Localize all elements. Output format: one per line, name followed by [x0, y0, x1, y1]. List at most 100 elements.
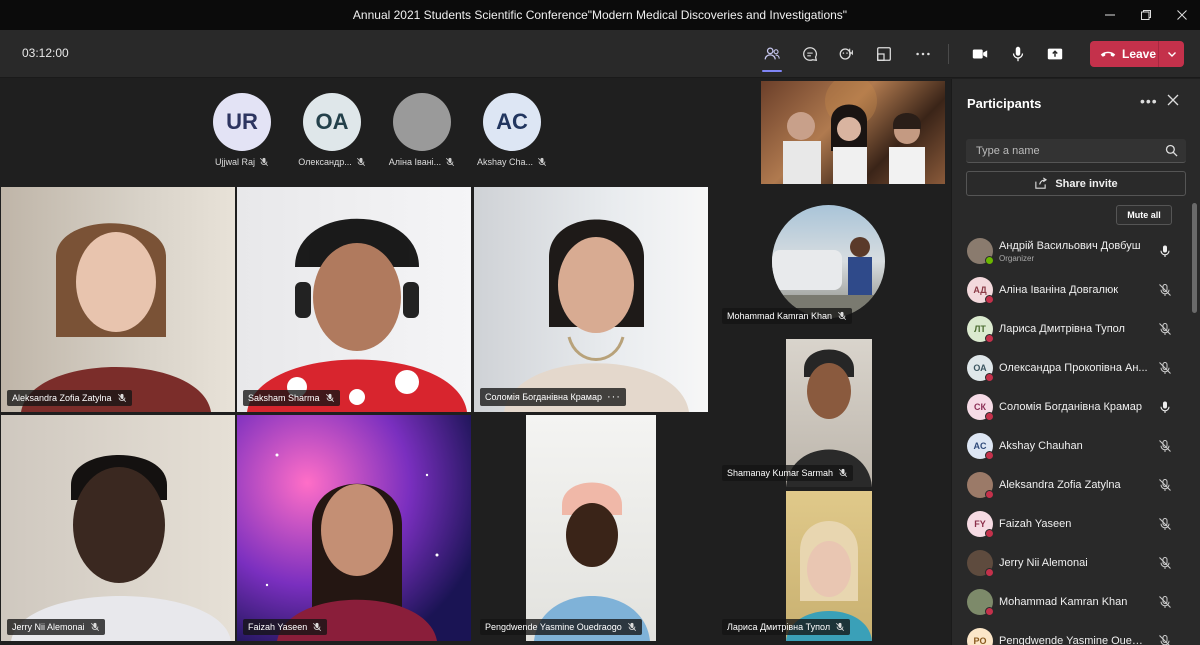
search-input[interactable] [976, 144, 1156, 157]
mic-off-icon[interactable] [1158, 556, 1172, 570]
share-invite-button[interactable]: Share invite [966, 171, 1186, 196]
share-screen-button[interactable] [1041, 40, 1069, 68]
avatar-name-row: Ujjwal Raj [202, 157, 282, 167]
participant-label: Faizah Yaseen [243, 619, 328, 635]
video-tile[interactable]: Shamanay Kumar Sarmah [716, 339, 946, 487]
video-feed [247, 218, 467, 412]
mic-off-icon [356, 157, 365, 167]
participants-button[interactable] [758, 40, 786, 72]
participant-row[interactable]: AC Akshay Chauhan [952, 426, 1192, 465]
toolbar-divider [948, 44, 949, 64]
microphone-button[interactable] [1004, 40, 1032, 68]
video-tile[interactable]: Pengdwende Yasmine Ouedraogo [474, 415, 708, 641]
leave-options-button[interactable] [1159, 49, 1184, 59]
participant-label: Соломія Богданівна Крамар ··· [480, 388, 626, 406]
avatar-strip-item[interactable]: AC Akshay Cha... [472, 93, 552, 167]
participant-name: Akshay Chauhan [999, 439, 1083, 452]
close-panel-icon[interactable] [1166, 93, 1180, 107]
participant-name: Лариса Дмитрівна Тупол [999, 322, 1125, 335]
avatar-name-row: Олександр... [292, 157, 372, 167]
share-tray-icon [1047, 48, 1063, 60]
participant-name: Mohammad Kamran Khan [727, 311, 833, 321]
participant-label: Лариса Дмитрівна Тупол [722, 619, 851, 635]
minimize-icon[interactable] [1092, 0, 1128, 30]
video-stage: UR Ujjwal Raj OA Олександр... Аліна Іван… [0, 79, 950, 645]
participant-row[interactable]: Mohammad Kamran Khan [952, 582, 1192, 621]
leave-button[interactable]: Leave [1090, 41, 1184, 67]
participant-row[interactable]: Aleksandra Zofia Zatylna [952, 465, 1192, 504]
video-tile[interactable]: Mohammad Kamran Khan [716, 187, 946, 332]
title-bar: Annual 2021 Students Scientific Conferen… [0, 0, 1200, 30]
participant-row[interactable]: АД Аліна Іваніна Довгалюк [952, 270, 1192, 309]
more-actions-button[interactable] [909, 40, 937, 68]
mic-off-icon [627, 622, 636, 632]
mic-off-icon[interactable] [1158, 595, 1172, 609]
video-tile[interactable]: Jerry Nii Alemonai [1, 415, 235, 641]
participant-label: Shamanay Kumar Sarmah [722, 465, 854, 481]
mic-on-icon[interactable] [1158, 400, 1172, 414]
mic-off-icon[interactable] [1158, 361, 1172, 375]
mic-on-icon[interactable] [1158, 244, 1172, 258]
mic-off-icon [839, 468, 848, 478]
participant-role: Organizer [999, 254, 1035, 263]
search-icon[interactable] [1165, 144, 1178, 157]
search-box[interactable] [966, 139, 1186, 163]
participant-name: Pengdwende Yasmine Ouedraogo [485, 622, 622, 632]
video-feed [783, 81, 925, 184]
mic-off-icon[interactable] [1158, 322, 1172, 336]
video-tile[interactable]: Соломія Богданівна Крамар ··· [474, 187, 708, 412]
chat-button[interactable] [796, 40, 824, 68]
leave-call-button[interactable]: Leave [1090, 41, 1158, 67]
video-tile[interactable]: Лариса Дмитрівна Тупол [716, 491, 946, 641]
mute-all-button[interactable]: Mute all [1116, 205, 1172, 225]
avatar: ЛТ [967, 315, 994, 343]
mic-off-icon[interactable] [1158, 283, 1172, 297]
panel-scrollbar[interactable] [1192, 203, 1197, 313]
avatar-strip-item[interactable]: Аліна Івані... [382, 93, 462, 167]
presence-status-icon [985, 411, 994, 421]
mic-off-icon[interactable] [1158, 517, 1172, 531]
rooms-button[interactable] [870, 40, 898, 68]
close-window-icon[interactable] [1164, 0, 1200, 30]
restore-icon[interactable] [1128, 0, 1164, 30]
more-options-icon[interactable]: ··· [607, 391, 621, 403]
chat-icon [803, 47, 818, 62]
video-tile[interactable]: Saksham Sharma [237, 187, 471, 412]
participant-row[interactable]: СК Соломія Богданівна Крамар [952, 387, 1192, 426]
participant-row[interactable]: Jerry Nii Alemonai [952, 543, 1192, 582]
mic-off-icon[interactable] [1158, 634, 1172, 645]
participant-row[interactable]: Андрій Васильович Довбуш Organizer [952, 231, 1192, 270]
presence-status-icon [985, 567, 994, 577]
participant-row[interactable]: ОА Олександра Прокопівна Ан... [952, 348, 1192, 387]
microphone-icon [1012, 46, 1024, 62]
avatar: FY [967, 510, 994, 538]
participant-row[interactable]: ЛТ Лариса Дмитрівна Тупол [952, 309, 1192, 348]
avatar-strip-item[interactable]: OA Олександр... [292, 93, 372, 167]
participant-name: Лариса Дмитрівна Тупол [727, 622, 831, 632]
participant-label: Mohammad Kamran Khan [722, 308, 853, 324]
reactions-button[interactable] [833, 40, 861, 68]
participant-label: Saksham Sharma [243, 390, 340, 406]
participant-name: Aleksandra Zofia Zatylna [12, 393, 112, 403]
participant-name: Faizah Yaseen [248, 622, 308, 632]
avatar-strip-item[interactable]: UR Ujjwal Raj [202, 93, 282, 167]
participants-panel: Participants ••• Share invite Mute all А… [951, 79, 1200, 645]
presence-status-icon [985, 333, 994, 343]
camera-button[interactable] [966, 40, 994, 68]
mic-off-icon [313, 622, 322, 632]
mic-off-icon [90, 622, 99, 632]
mic-off-icon[interactable] [1158, 478, 1172, 492]
presence-status-icon [985, 255, 994, 265]
avatar-name: Ujjwal Raj [214, 157, 255, 167]
presence-status-icon [985, 606, 994, 616]
mic-off-icon [259, 157, 269, 167]
video-tile[interactable]: Aleksandra Zofia Zatylna [1, 187, 235, 412]
participant-row[interactable]: PO Pengdwende Yasmine Ouedra... [952, 621, 1192, 645]
video-tile[interactable]: Faizah Yaseen [237, 415, 471, 641]
video-tile-featured[interactable] [761, 81, 945, 184]
avatar: АД [967, 276, 994, 304]
avatar-name: Олександр... [298, 157, 352, 167]
participant-row[interactable]: FY Faizah Yaseen [952, 504, 1192, 543]
mic-off-icon[interactable] [1158, 439, 1172, 453]
panel-more-icon[interactable]: ••• [1140, 93, 1158, 109]
